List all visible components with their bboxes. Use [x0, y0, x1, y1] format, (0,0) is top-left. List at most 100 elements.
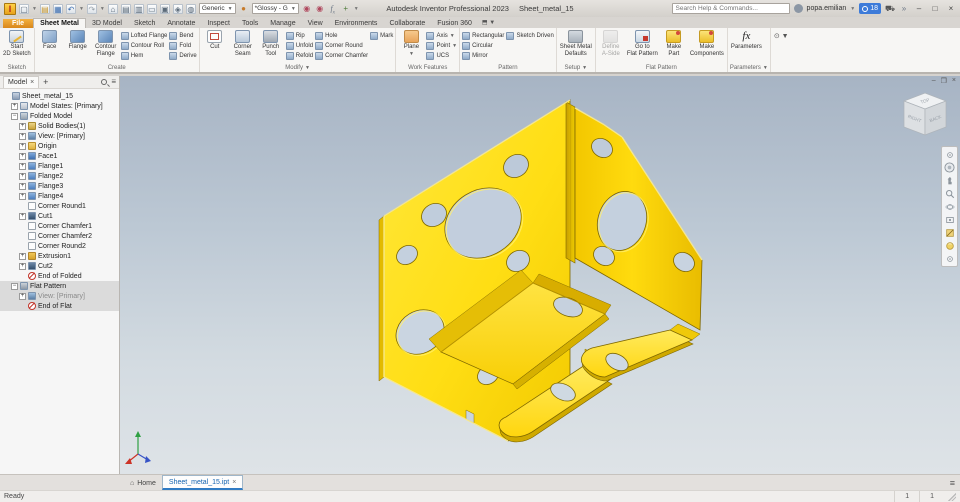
open-file-icon[interactable]: ▤ [39, 3, 50, 14]
minimize-button[interactable]: – [913, 4, 925, 13]
tree-item-flange3[interactable]: + Flange3 [0, 181, 119, 191]
save-icon[interactable]: ▦ [52, 3, 63, 14]
ribbon-group-label[interactable]: Work Features [398, 63, 457, 72]
user-menu-chevron-icon[interactable]: ▼ [850, 6, 855, 12]
hole-button[interactable]: Hole [315, 31, 368, 40]
tree-item-extrusion1[interactable]: + Extrusion1 [0, 251, 119, 261]
tree-item-flange4[interactable]: + Flange4 [0, 191, 119, 201]
user-avatar-icon[interactable] [793, 4, 803, 13]
fx-icon[interactable]: fx [328, 4, 338, 16]
material-combo[interactable]: Generic ▼ [198, 3, 236, 14]
ribbon-tab-file[interactable]: File [3, 19, 34, 28]
mark-button[interactable]: Mark [370, 31, 393, 40]
rip-button[interactable]: Rip [285, 31, 313, 40]
ribbon-tab-collaborate[interactable]: Collaborate [383, 19, 431, 28]
tree-item-corner-round1[interactable]: Corner Round1 [0, 201, 119, 211]
circular-button[interactable]: Circular [462, 41, 504, 50]
section-view-icon[interactable] [944, 227, 955, 238]
punch-tool-button[interactable]: Punch Tool [258, 29, 284, 57]
close-button[interactable]: × [945, 4, 957, 13]
corner-round-button[interactable]: Corner Round [315, 41, 368, 50]
tree-item-cut1[interactable]: + Cut1 [0, 211, 119, 221]
add-browser-tab-button[interactable]: + [43, 77, 48, 87]
appearance-globe-icon[interactable]: ● [239, 4, 249, 14]
doc-close-button[interactable]: × [952, 77, 956, 85]
navigation-wheel-icon[interactable] [944, 162, 955, 173]
document-icon[interactable]: ▤ [120, 3, 131, 14]
doc-minimize-button[interactable]: – [932, 77, 936, 85]
derive-button[interactable]: Derive [169, 51, 197, 60]
expand-icon[interactable]: + [19, 122, 26, 130]
update-icon[interactable]: ◈ [172, 3, 183, 14]
viewcube[interactable]: TOP RIGHT BACK [902, 90, 948, 140]
fold-button[interactable]: Fold [169, 41, 196, 50]
add-icon[interactable]: + [341, 4, 351, 14]
hem-button[interactable]: Hem [120, 51, 168, 60]
ribbon-group-label[interactable]: Flat Pattern [598, 63, 725, 72]
expand-icon[interactable]: + [19, 132, 26, 140]
send-icon[interactable]: ▭ [146, 3, 157, 14]
expand-icon[interactable]: + [19, 182, 26, 190]
parameters-button[interactable]: fx Parameters [730, 29, 763, 51]
axis-button[interactable]: Axis ▼ [426, 31, 457, 40]
return-icon[interactable]: ▣ [159, 3, 170, 14]
new-file-icon[interactable]: ▢ [19, 3, 29, 14]
tree-item-corner-chamfer1[interactable]: Corner Chamfer1 [0, 221, 119, 231]
visual-override2-icon[interactable]: ◉ [315, 4, 325, 14]
viewport-canvas[interactable]: – ❐ × TOP RIGHT BACK [120, 76, 960, 474]
orbit-icon[interactable] [944, 201, 955, 212]
start-2d-sketch-button[interactable]: Start 2D Sketch [2, 29, 32, 57]
expand-icon[interactable]: + [19, 252, 26, 260]
expand-icon[interactable]: + [19, 212, 26, 220]
maximize-button[interactable]: □ [929, 4, 941, 13]
collapse-icon[interactable]: − [11, 282, 18, 290]
tree-item-view-primary[interactable]: + View: [Primary] [0, 131, 119, 141]
tree-item-flat-pattern[interactable]: − Flat Pattern [0, 281, 119, 291]
make-part-button[interactable]: Make Part [661, 29, 687, 57]
ribbon-group-label[interactable]: Sketch [2, 63, 32, 72]
ribbon-group-label[interactable]: Modify ▼ [202, 63, 394, 72]
visual-style-icon[interactable] [944, 240, 955, 251]
chevron-down-icon[interactable]: ▼ [32, 6, 37, 12]
redo-icon[interactable]: ↷ [86, 3, 97, 14]
close-icon[interactable]: × [30, 79, 34, 86]
pan-icon[interactable] [944, 175, 955, 186]
expand-icon[interactable]: + [19, 162, 26, 170]
undo-icon[interactable]: ↶ [65, 3, 76, 14]
help-globe-icon[interactable]: ◍ [185, 3, 196, 14]
ribbon-tab-environments[interactable]: Environments [329, 19, 384, 28]
sketch-driven-button[interactable]: Sketch Driven [506, 31, 554, 40]
ribbon-group-label[interactable]: Pattern [462, 63, 554, 72]
tree-item-origin[interactable]: + Origin [0, 141, 119, 151]
expand-icon[interactable]: + [19, 262, 26, 270]
search-icon[interactable] [101, 79, 108, 85]
chevron-down-icon[interactable]: ▼ [100, 6, 105, 12]
ucs-button[interactable]: UCS [426, 51, 457, 60]
chevron-down-icon[interactable]: ▼ [79, 6, 84, 12]
expand-icon[interactable]: + [11, 102, 18, 110]
look-at-icon[interactable] [944, 214, 955, 225]
browser-menu-icon[interactable]: ≡ [111, 78, 116, 86]
ribbon-tab-inspect[interactable]: Inspect [201, 19, 236, 28]
unfold-button[interactable]: Unfold [285, 41, 313, 50]
ribbon-tab-fusion-360[interactable]: Fusion 360 [431, 19, 478, 28]
mirror-button[interactable]: Mirror [462, 51, 504, 60]
trial-days-badge[interactable]: 18 [859, 3, 881, 14]
collapse-icon[interactable]: − [11, 112, 18, 120]
ribbon-tab-tools[interactable]: Tools [236, 19, 264, 28]
visual-override-icon[interactable]: ◉ [302, 4, 312, 14]
tab-list-menu-icon[interactable]: ≡ [950, 478, 955, 488]
search-input[interactable] [671, 3, 790, 14]
tree-item-flange2[interactable]: + Flange2 [0, 171, 119, 181]
ribbon-tab-3d-model[interactable]: 3D Model [86, 19, 128, 28]
tree-item-sheet-metal-15[interactable]: Sheet_metal_15 [0, 91, 119, 101]
expand-icon[interactable]: + [19, 172, 26, 180]
go-to-flat-pattern-button[interactable]: Go to Flat Pattern [626, 29, 659, 57]
rectangular-button[interactable]: Rectangular [462, 31, 504, 40]
sheet-metal-defaults-button[interactable]: Sheet Metal Defaults [559, 29, 593, 57]
contour-flange-button[interactable]: Contour Flange [93, 29, 119, 57]
ribbon-group-label[interactable]: Setup ▼ [559, 63, 593, 72]
corner-chamfer-button[interactable]: Corner Chamfer [315, 51, 368, 60]
contour-roll-button[interactable]: Contour Roll [120, 41, 168, 50]
inventor-logo-icon[interactable]: I [4, 2, 16, 15]
